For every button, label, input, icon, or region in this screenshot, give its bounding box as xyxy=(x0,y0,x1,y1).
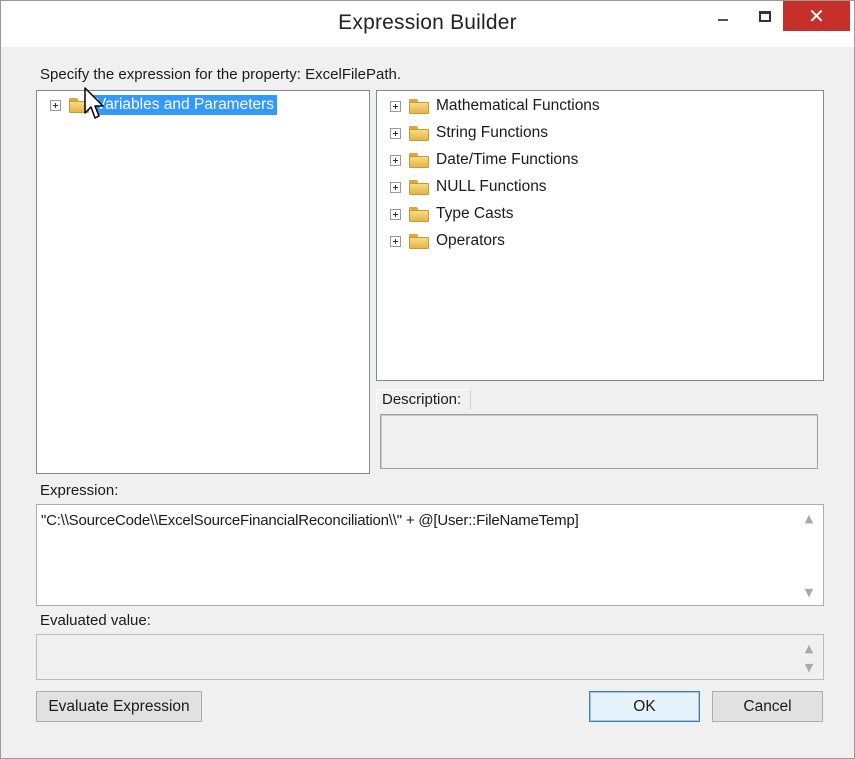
description-label: Description: xyxy=(376,389,471,409)
expression-text[interactable]: "C:\\SourceCode\\ExcelSourceFinancialRec… xyxy=(41,512,579,529)
tree-item-label: String Functions xyxy=(436,124,548,141)
folder-icon xyxy=(409,98,429,114)
tree-item-label: Variables and Parameters xyxy=(93,95,278,115)
evaluate-expression-button[interactable]: Evaluate Expression xyxy=(36,691,202,722)
expand-icon[interactable] xyxy=(390,235,401,247)
expression-builder-window: Expression Builder ✕ Specify the express… xyxy=(0,0,855,759)
expression-label: Expression: xyxy=(40,482,119,499)
dialog-body: Specify the expression for the property:… xyxy=(1,47,854,758)
expand-icon[interactable] xyxy=(390,100,401,112)
expression-input[interactable]: "C:\\SourceCode\\ExcelSourceFinancialRec… xyxy=(36,504,824,606)
expand-icon[interactable] xyxy=(390,181,401,193)
tree-item-label: Type Casts xyxy=(436,205,514,222)
expand-icon[interactable] xyxy=(50,99,61,111)
folder-icon xyxy=(409,179,429,195)
title-bar[interactable]: Expression Builder ✕ xyxy=(1,1,854,47)
tree-item-operators[interactable]: Operators xyxy=(390,230,505,252)
ok-button[interactable]: OK xyxy=(589,691,700,722)
expand-icon[interactable] xyxy=(390,154,401,166)
minimize-button[interactable] xyxy=(701,1,745,31)
tree-item-label: NULL Functions xyxy=(436,178,547,195)
tree-item-string-functions[interactable]: String Functions xyxy=(390,122,548,144)
tree-item-mathematical-functions[interactable]: Mathematical Functions xyxy=(390,95,600,117)
tree-item-type-casts[interactable]: Type Casts xyxy=(390,203,514,225)
expand-icon[interactable] xyxy=(390,208,401,220)
evaluated-value-label: Evaluated value: xyxy=(40,612,151,629)
tree-item-label: Operators xyxy=(436,232,505,249)
functions-tree[interactable]: Mathematical Functions String Functions … xyxy=(376,90,824,381)
tree-item-label: Date/Time Functions xyxy=(436,151,579,168)
folder-icon xyxy=(409,125,429,141)
folder-icon xyxy=(409,206,429,222)
folder-icon xyxy=(409,152,429,168)
mouse-cursor-icon xyxy=(84,87,104,119)
cancel-button[interactable]: Cancel xyxy=(712,691,823,722)
expand-icon[interactable] xyxy=(390,127,401,139)
tree-item-label: Mathematical Functions xyxy=(436,97,600,114)
description-box xyxy=(380,414,818,469)
scroll-down-icon[interactable]: ▼ xyxy=(801,660,817,674)
scroll-down-icon[interactable]: ▼ xyxy=(801,585,817,599)
maximize-icon xyxy=(759,10,771,22)
close-button[interactable]: ✕ xyxy=(783,1,850,31)
close-icon: ✕ xyxy=(808,4,825,28)
folder-icon xyxy=(409,233,429,249)
scroll-up-icon[interactable]: ▲ xyxy=(801,641,817,655)
variables-tree[interactable]: Variables and Parameters xyxy=(36,90,370,474)
maximize-button[interactable] xyxy=(743,1,787,31)
evaluated-value-box: ▲ ▼ xyxy=(36,634,824,680)
minimize-icon xyxy=(718,19,728,21)
property-prompt: Specify the expression for the property:… xyxy=(40,66,402,83)
tree-item-null-functions[interactable]: NULL Functions xyxy=(390,176,547,198)
tree-item-datetime-functions[interactable]: Date/Time Functions xyxy=(390,149,578,171)
scroll-up-icon[interactable]: ▲ xyxy=(801,511,817,525)
